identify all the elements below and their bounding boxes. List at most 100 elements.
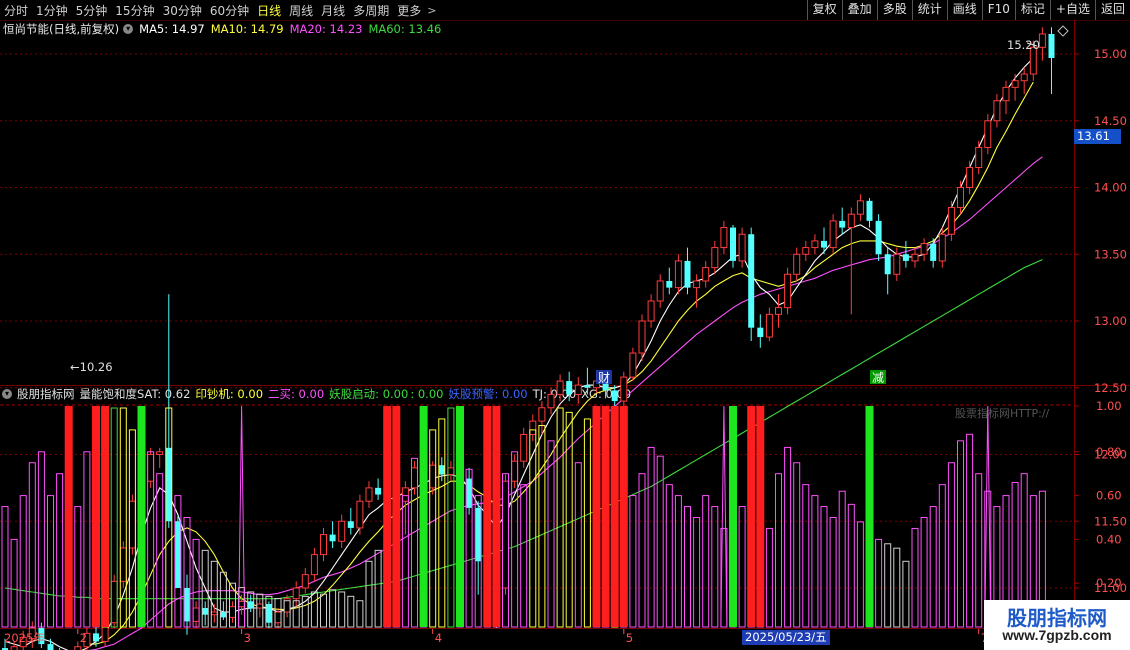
sat-bar: [665, 484, 673, 628]
candle-body: [520, 433, 528, 462]
sat-bar: [947, 462, 955, 628]
candle-body: [748, 234, 755, 328]
spike-line: [984, 405, 992, 628]
candle-body: [984, 120, 992, 148]
sat-bar: [929, 506, 937, 628]
signal-green-bar: [419, 406, 428, 627]
candle-body: [993, 100, 1001, 122]
signal-red-bar: [601, 406, 610, 627]
sat-bar: [365, 560, 373, 628]
candle-body: [684, 260, 691, 288]
price-tick-label: 13.50: [1094, 247, 1127, 261]
price-tick-label: 14.00: [1094, 181, 1127, 195]
sat-bar: [702, 495, 710, 628]
sat-bar: [574, 462, 582, 628]
sat-bar: [329, 589, 337, 628]
candle-body: [556, 380, 564, 395]
candle-body: [502, 480, 509, 589]
candle-body: [202, 608, 209, 615]
candle-body: [320, 534, 327, 556]
candle-body: [757, 327, 764, 338]
candle-body: [110, 580, 118, 624]
candle-body: [547, 393, 555, 409]
candle-body: [147, 454, 155, 482]
candle-body: [347, 521, 354, 528]
signal-red-bar: [92, 406, 100, 627]
candle-body: [884, 254, 891, 275]
candle-body: [220, 612, 227, 618]
sat-bar: [738, 506, 746, 628]
candle-body: [1038, 33, 1046, 48]
cursor-date: 2025/05/23/五: [742, 630, 830, 645]
candle-body: [847, 213, 855, 229]
sat-bar: [547, 440, 555, 628]
sat-bar: [711, 506, 719, 628]
sat-bar: [684, 506, 691, 628]
sat-bar: [638, 473, 646, 628]
candle-body: [930, 243, 937, 261]
event-cai-label: 财: [598, 371, 610, 385]
sat-bar: [374, 549, 382, 628]
sat-bar: [775, 473, 782, 628]
signal-green-bar: [456, 406, 464, 627]
candle-body: [656, 280, 664, 302]
candle-body: [466, 478, 473, 508]
sat-bar: [820, 506, 828, 628]
candle-body: [411, 467, 418, 489]
candle-body: [1020, 73, 1028, 82]
sat-bar: [438, 418, 446, 628]
candle-body: [47, 644, 54, 650]
sat-bar: [447, 407, 455, 628]
sat-bar: [847, 503, 855, 628]
candle-body: [1048, 33, 1055, 59]
candle-body: [666, 280, 673, 288]
candle-body: [574, 384, 582, 395]
sat-bar: [56, 473, 64, 628]
sat-bar: [902, 560, 910, 628]
candle-body: [911, 253, 919, 262]
candle-body: [784, 273, 792, 309]
sat-bar: [156, 473, 164, 628]
candle-body: [156, 451, 164, 455]
low-price-label: ←10.26: [70, 360, 113, 374]
ma5-line: [4, 57, 1034, 650]
candle-body: [765, 313, 773, 338]
sat-bar: [856, 521, 864, 628]
candle-body: [821, 240, 827, 248]
sat-bar: [765, 527, 773, 628]
signal-red-bar: [383, 406, 392, 627]
month-label: 3: [244, 631, 251, 645]
candle-body: [356, 500, 364, 529]
candle-body: [229, 606, 236, 618]
sat-bar: [356, 600, 364, 628]
month-label: 2: [80, 631, 87, 645]
sat-bar: [938, 484, 946, 628]
candle-body: [802, 247, 810, 255]
signal-red-bar: [392, 406, 401, 627]
sat-bar: [829, 517, 837, 628]
sat-bar: [838, 490, 846, 628]
sat-bar: [37, 451, 45, 628]
sat-bar: [693, 517, 701, 628]
candle-body: [475, 507, 482, 562]
sat-bar: [320, 593, 327, 628]
watermark-text: 股票指标网HTTP://: [955, 407, 1050, 420]
month-label: 5: [626, 631, 633, 645]
candle-body: [793, 253, 801, 275]
signal-red-bar: [592, 406, 601, 627]
candle-body: [292, 587, 300, 600]
sat-bar: [875, 538, 883, 628]
sat-bar: [674, 495, 682, 628]
kline-chart[interactable]: 15.0014.5014.0013.5013.0012.5012.0011.50…: [0, 0, 1130, 650]
candle-body: [839, 220, 846, 228]
candle-body: [629, 352, 637, 378]
candle-body: [538, 407, 546, 422]
candle-body: [119, 547, 127, 582]
candle-body: [738, 233, 746, 262]
signal-red-bar: [610, 406, 619, 627]
candle-body: [947, 207, 955, 235]
signal-red-bar: [64, 406, 73, 627]
candle-body: [966, 166, 974, 189]
candle-body: [329, 534, 336, 542]
candle-body: [511, 460, 519, 482]
